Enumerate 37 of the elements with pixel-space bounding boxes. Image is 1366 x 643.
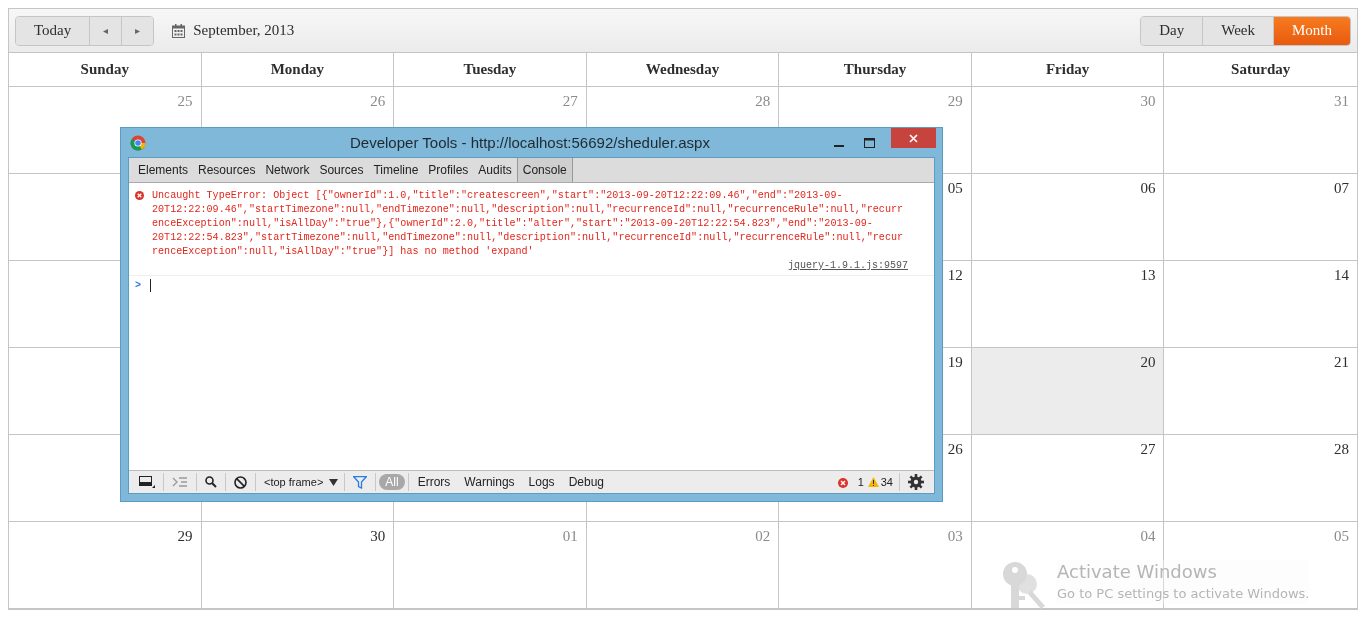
day-number: 05 — [1334, 528, 1349, 545]
day-number: 27 — [562, 93, 578, 110]
day-number: 02 — [755, 528, 771, 545]
day-number: 26 — [947, 441, 963, 458]
day-number: 13 — [1140, 267, 1156, 284]
day-number: 31 — [1334, 93, 1349, 110]
weekday-header: Friday — [971, 53, 1165, 87]
day-number: 26 — [370, 93, 386, 110]
day-number: 01 — [562, 528, 578, 545]
day-number: 25 — [177, 93, 193, 110]
day-number: 20 — [1140, 354, 1156, 371]
day-number: 28 — [755, 93, 771, 110]
day-number: 29 — [177, 528, 193, 545]
weekday-header: Sunday — [9, 53, 202, 87]
activation-toast: Activate Windows Go to PC settings to activate Windows. — [1057, 560, 1310, 604]
day-number: 12 — [947, 267, 963, 284]
weekday-header: Saturday — [1164, 53, 1357, 87]
day-number: 19 — [947, 354, 963, 371]
day-number: 30 — [1140, 93, 1156, 110]
weekday-header: Monday — [201, 53, 395, 87]
day-number: 03 — [947, 528, 963, 545]
day-number: 06 — [1140, 180, 1156, 197]
day-number: 07 — [1334, 180, 1349, 197]
day-number: 29 — [947, 93, 963, 110]
weekday-header: Wednesday — [586, 53, 780, 87]
window-title: Developer Tools - http://localhost:56692/sheduler.aspx — [349, 134, 711, 151]
console-prompt: > — [135, 280, 141, 291]
weekday-header: Tuesday — [394, 53, 587, 87]
day-number: 27 — [1140, 441, 1156, 458]
day-number: 14 — [1334, 267, 1349, 284]
day-number: 05 — [947, 180, 963, 197]
day-number: 28 — [1334, 441, 1349, 458]
day-number: 21 — [1334, 354, 1349, 371]
day-number: 04 — [1140, 528, 1156, 545]
error-message: Uncaught TypeError: Object [{"ownerId":1.0,"title":"createscreen","start":"2013-09-20T12:22:09.46","end":"2013-09-20T12:22:09.46","startTimezone":null,"endTimezone":null,"description":null,"recurrenceId":null,"recurrenceRule":null,"recurrenceException":null,"isAllDay":"true"},{"ownerId":2.0,"title":"alter","start":"2013-09-20T12:22:54.823","end":"2013-09-20T12:22:54.823","startTimezone":null,"endTimezone":null,"description":null,"recurrenceId":null,"recurrenceRule":null,"recurrenceException":null,"isAllDay":"true"}] has no method 'expand' — [152, 189, 905, 259]
weekday-header: Thursday — [779, 53, 972, 87]
day-number: 30 — [370, 528, 386, 545]
